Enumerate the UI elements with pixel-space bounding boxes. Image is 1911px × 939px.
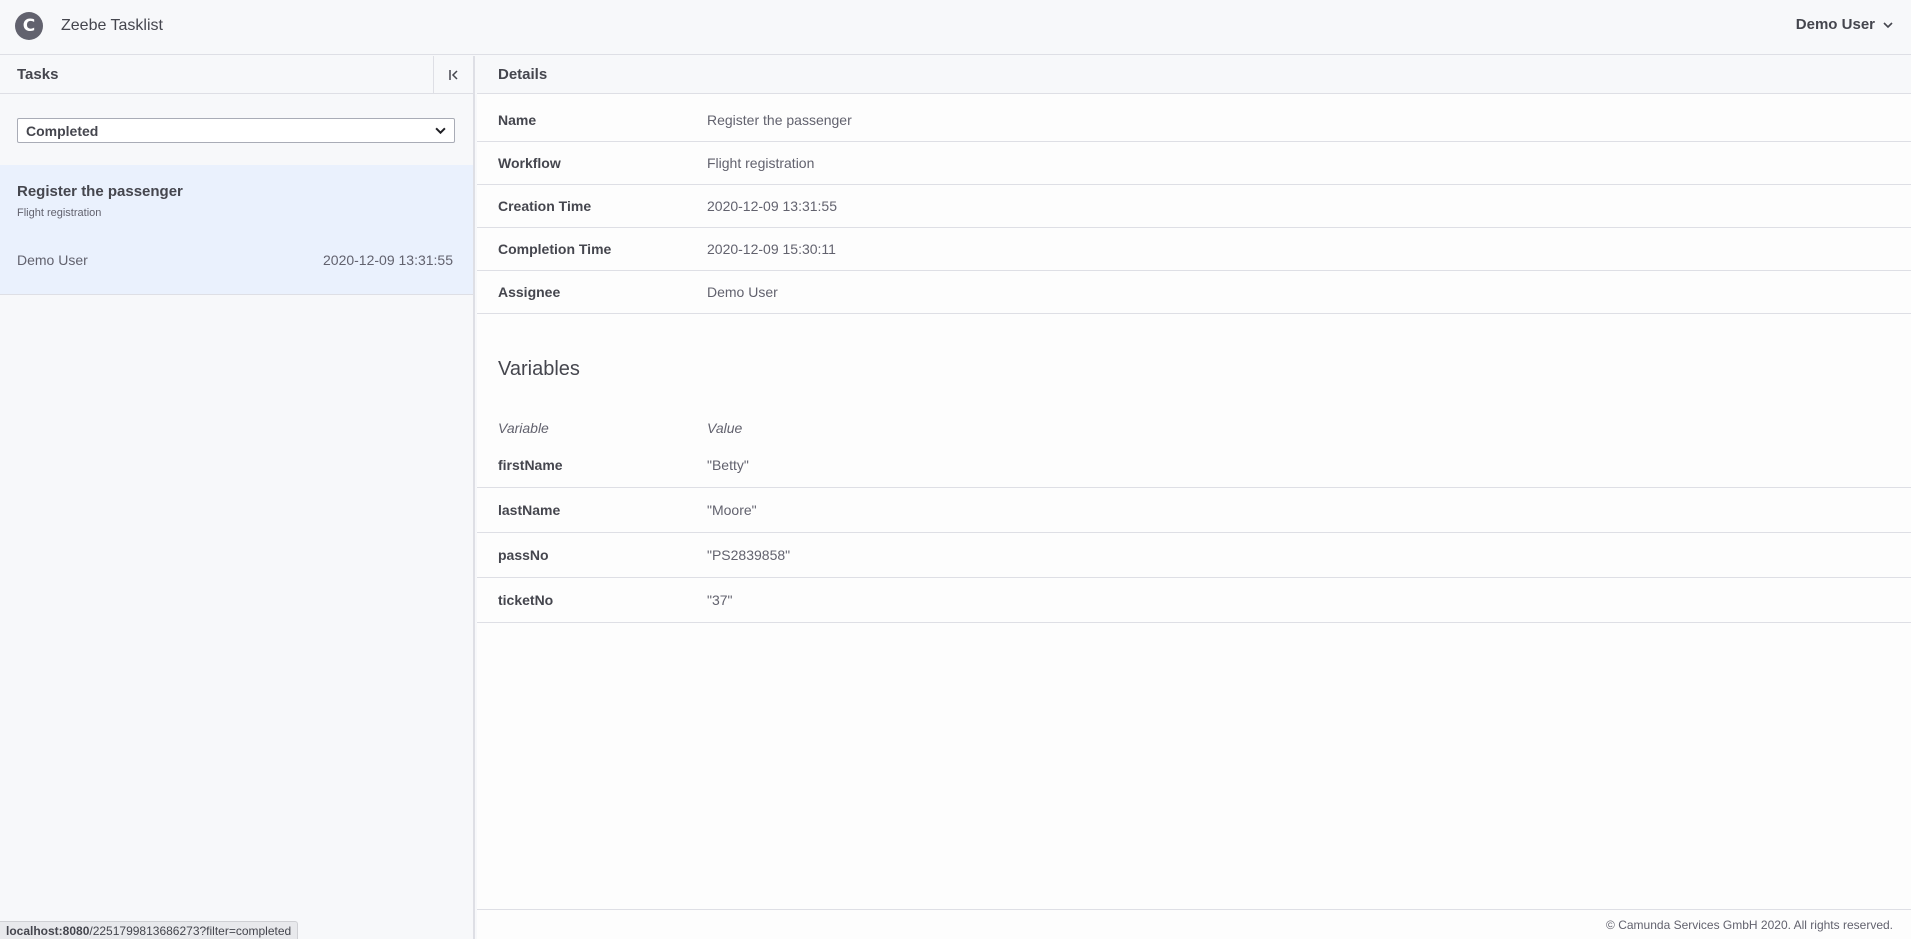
value-column-header: Value (707, 420, 743, 436)
collapse-panel-button[interactable] (433, 56, 473, 93)
detail-row-assignee: Assignee Demo User (477, 271, 1911, 314)
detail-value: 2020-12-09 13:31:55 (707, 198, 837, 214)
detail-label: Workflow (498, 155, 561, 171)
detail-value: Register the passenger (707, 112, 852, 128)
variables-heading: Variables (498, 358, 580, 380)
detail-row-workflow: Workflow Flight registration (477, 142, 1911, 185)
copyright-footer: © Camunda Services GmbH 2020. All rights… (477, 909, 1911, 939)
variables-table-header: Variable Value (477, 413, 1911, 443)
chevron-down-icon (1883, 21, 1893, 28)
app-title: Zeebe Tasklist (61, 17, 163, 34)
task-creation-time: 2020-12-09 13:31:55 (323, 252, 453, 268)
detail-value: Demo User (707, 284, 778, 300)
copyright-text: © Camunda Services GmbH 2020. All rights… (1606, 917, 1893, 932)
task-list-item[interactable]: Register the passenger Flight registrati… (0, 165, 473, 295)
detail-label: Name (498, 112, 537, 128)
collapse-left-icon (448, 69, 458, 80)
variable-column-header: Variable (498, 420, 549, 436)
app-header: C Zeebe Tasklist Demo User (0, 0, 1911, 55)
details-panel-title: Details (498, 66, 548, 83)
task-filter-select[interactable]: Completed (17, 118, 455, 143)
user-menu-button[interactable]: Demo User (1796, 16, 1893, 33)
status-url-host: localhost:8080 (6, 923, 90, 938)
details-table: Name Register the passenger Workflow Fli… (477, 99, 1911, 314)
task-assignee: Demo User (17, 252, 88, 268)
variable-name: ticketNo (498, 592, 554, 608)
status-url-path: /2251799813686273?filter=completed (89, 923, 292, 938)
detail-label: Creation Time (498, 198, 592, 214)
tasks-panel-header: Tasks (0, 56, 473, 94)
task-workflow: Flight registration (17, 207, 102, 219)
variable-row: ticketNo "37" (477, 578, 1911, 623)
variable-name: passNo (498, 547, 549, 563)
detail-label: Assignee (498, 284, 561, 300)
variable-row: lastName "Moore" (477, 488, 1911, 533)
variable-value: "PS2839858" (707, 547, 791, 563)
detail-row-creation-time: Creation Time 2020-12-09 13:31:55 (477, 185, 1911, 228)
details-panel: Details Name Register the passenger Work… (477, 56, 1911, 939)
variable-value: "37" (707, 592, 733, 608)
task-name: Register the passenger (17, 183, 183, 200)
camunda-logo-icon[interactable]: C (15, 12, 43, 40)
variable-row: firstName "Betty" (477, 443, 1911, 488)
detail-label: Completion Time (498, 241, 612, 257)
detail-value: Flight registration (707, 155, 815, 171)
variable-row: passNo "PS2839858" (477, 533, 1911, 578)
filter-selected-value: Completed (26, 122, 99, 139)
variable-name: lastName (498, 502, 561, 518)
tasks-panel: Tasks Completed Register the passenger F… (0, 56, 475, 939)
detail-row-completion-time: Completion Time 2020-12-09 15:30:11 (477, 228, 1911, 271)
tasks-panel-title: Tasks (17, 66, 59, 83)
detail-value: 2020-12-09 15:30:11 (707, 241, 836, 257)
details-panel-header: Details (477, 56, 1911, 94)
variable-value: "Moore" (707, 502, 757, 518)
variable-value: "Betty" (707, 457, 749, 473)
chevron-down-icon (435, 127, 446, 135)
status-bar-url: localhost:8080 /2251799813686273?filter=… (0, 921, 299, 939)
user-name: Demo User (1795, 16, 1875, 33)
detail-row-name: Name Register the passenger (477, 99, 1911, 142)
variable-name: firstName (498, 457, 563, 473)
